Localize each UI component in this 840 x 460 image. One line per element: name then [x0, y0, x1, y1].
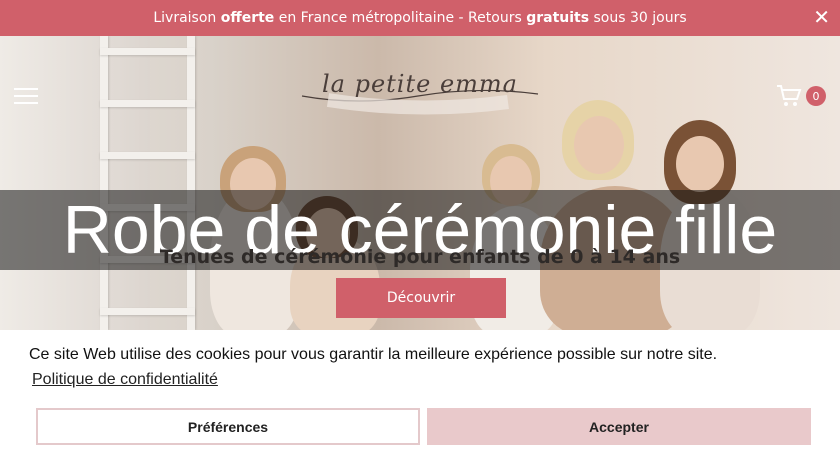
hamburger-menu-icon[interactable]: [14, 88, 40, 108]
cookie-banner: Ce site Web utilise des cookies pour vou…: [0, 330, 840, 460]
preferences-button[interactable]: Préférences: [36, 408, 420, 445]
discover-button[interactable]: Découvrir: [336, 278, 506, 318]
site-logo[interactable]: la petite emma: [298, 66, 542, 120]
announcement-text: Livraison offerte en France métropolitai…: [153, 10, 686, 26]
announcement-part-3: sous 30 jours: [589, 10, 687, 26]
logo-text: la petite emma: [321, 70, 518, 98]
accept-cookies-button[interactable]: Accepter: [427, 408, 811, 445]
privacy-policy-link[interactable]: Politique de confidentialité: [32, 371, 218, 389]
hero-subtitle: Tenues de cérémonie pour enfants de 0 à …: [159, 246, 681, 268]
announcement-bar: Livraison offerte en France métropolitai…: [0, 0, 840, 36]
announcement-part-2: en France métropolitaine - Retours: [274, 10, 527, 26]
cart-count-badge: 0: [806, 86, 826, 106]
announcement-bold-offerte: offerte: [220, 10, 275, 26]
announcement-part-1: Livraison: [153, 10, 221, 26]
shopping-cart-icon[interactable]: [776, 84, 802, 108]
announcement-bold-gratuits: gratuits: [526, 10, 590, 26]
hero-decor-ladder: [100, 36, 195, 330]
cookie-message: Ce site Web utilise des cookies pour vou…: [29, 346, 718, 363]
close-icon[interactable]: ✕: [813, 6, 830, 28]
